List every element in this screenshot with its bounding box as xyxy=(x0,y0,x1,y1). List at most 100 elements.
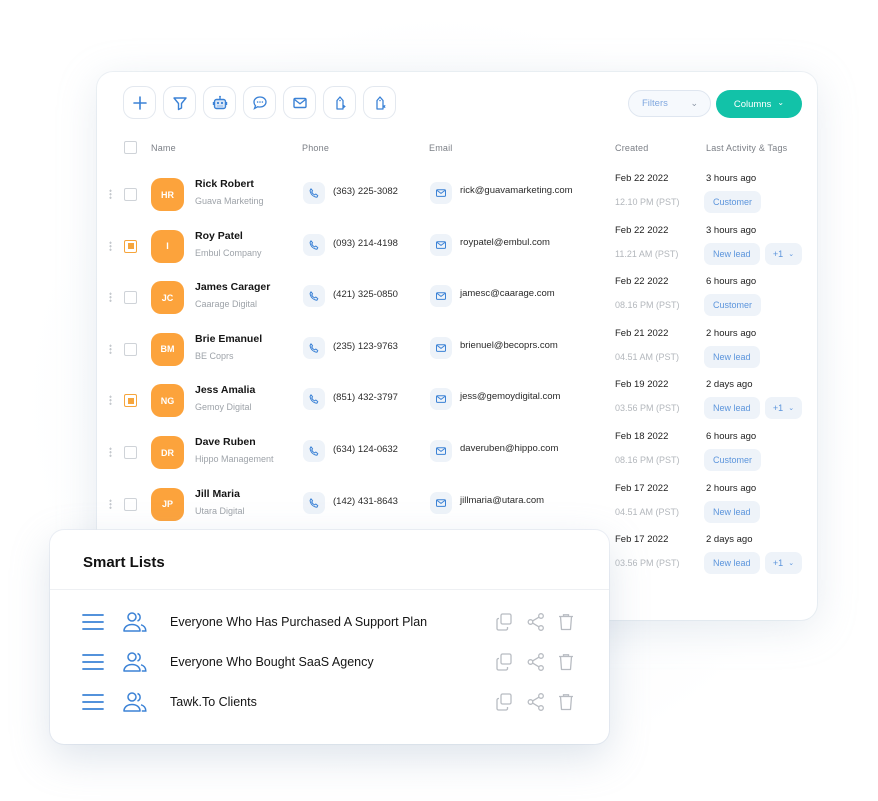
smart-list-label[interactable]: Everyone Who Bought SaaS Agency xyxy=(170,655,374,669)
drag-handle-icon[interactable] xyxy=(109,395,112,406)
contact-name[interactable]: Jess Amalia xyxy=(195,384,255,396)
row-checkbox[interactable] xyxy=(124,394,137,408)
more-tags-button[interactable]: +1 ⌄ xyxy=(765,552,802,575)
email-contact-button[interactable] xyxy=(430,440,452,462)
call-button[interactable] xyxy=(303,491,325,514)
tag-badge[interactable]: Customer xyxy=(704,191,762,213)
email-contact-button[interactable] xyxy=(430,388,452,411)
smart-list-label[interactable]: Tawk.To Clients xyxy=(170,695,257,709)
column-header-name[interactable]: Name xyxy=(151,143,176,153)
more-tags-button[interactable]: +1 ⌄ xyxy=(765,397,802,420)
table-row[interactable]: JC James Carager Caarage Digital (421) 325-… xyxy=(97,276,817,328)
group-icon xyxy=(123,652,147,672)
automation-button[interactable] xyxy=(203,86,236,119)
mail-icon xyxy=(436,189,446,197)
smart-list-item[interactable]: Everyone Who Bought SaaS Agency xyxy=(50,647,609,677)
trash-icon[interactable] xyxy=(556,612,576,632)
drag-handle-icon[interactable] xyxy=(109,447,112,457)
tag-badge[interactable]: New lead xyxy=(704,345,760,368)
tag-badge[interactable]: Customer xyxy=(704,449,762,471)
created-time: 04.51 AM (PST) xyxy=(615,351,680,362)
phone-icon xyxy=(309,188,319,198)
divider xyxy=(50,589,609,590)
share-icon[interactable] xyxy=(526,692,546,712)
call-button[interactable] xyxy=(303,388,325,411)
filters-dropdown[interactable]: Filters ⌄ xyxy=(628,90,711,117)
tag-badge[interactable]: New lead xyxy=(704,552,760,575)
contact-name[interactable]: Jill Maria xyxy=(195,488,240,500)
menu-icon[interactable] xyxy=(82,653,104,671)
created-date: Feb 17 2022 xyxy=(615,482,669,494)
menu-icon[interactable] xyxy=(82,613,104,631)
drag-handle-icon[interactable] xyxy=(109,498,112,509)
table-row[interactable]: I Roy Patel Embul Company (093) 214-4198 roy… xyxy=(97,225,817,277)
contact-name[interactable]: Roy Patel xyxy=(195,230,243,242)
email-contact-button[interactable] xyxy=(430,491,452,514)
email-contact-button[interactable] xyxy=(430,336,452,359)
smart-list-label[interactable]: Everyone Who Has Purchased A Support Pla… xyxy=(170,615,427,629)
table-row[interactable]: NG Jess Amalia Gemoy Digital (851) 432-3797… xyxy=(97,379,817,431)
row-checkbox[interactable] xyxy=(124,239,137,253)
email-contact-button[interactable] xyxy=(430,285,452,308)
smart-list-item[interactable]: Everyone Who Has Purchased A Support Pla… xyxy=(50,607,609,637)
contact-name[interactable]: Brie Emanuel xyxy=(195,333,262,345)
row-checkbox[interactable] xyxy=(124,342,137,356)
drag-handle-icon[interactable] xyxy=(109,292,112,303)
contact-name[interactable]: Dave Ruben xyxy=(195,436,256,448)
call-button[interactable] xyxy=(303,285,325,308)
tag-badge[interactable]: New lead xyxy=(704,242,760,265)
table-row[interactable]: JP Jill Maria Utara Digital (142) 431-8643 j… xyxy=(97,483,817,535)
email-contact-button[interactable] xyxy=(430,233,452,256)
smart-list-item[interactable]: Tawk.To Clients xyxy=(50,687,609,717)
remove-tag-button[interactable] xyxy=(363,86,396,119)
table-row[interactable]: BM Brie Emanuel BE Coprs (235) 123-9763 brie… xyxy=(97,328,817,380)
mail-icon xyxy=(292,97,307,108)
avatar: NG xyxy=(151,384,184,418)
share-icon[interactable] xyxy=(526,652,546,672)
created-time: 03.56 PM (PST) xyxy=(615,403,680,414)
copy-icon[interactable] xyxy=(494,612,514,632)
column-header-created[interactable]: Created xyxy=(615,143,648,153)
contact-phone: (142) 431-8643 xyxy=(333,495,398,507)
call-button[interactable] xyxy=(303,440,325,462)
add-button[interactable] xyxy=(123,86,156,119)
share-icon[interactable] xyxy=(526,612,546,632)
filter-button[interactable] xyxy=(163,86,196,119)
tag-badge[interactable]: Customer xyxy=(704,294,762,317)
message-button[interactable] xyxy=(243,86,276,119)
drag-handle-icon[interactable] xyxy=(109,240,112,251)
call-button[interactable] xyxy=(303,336,325,359)
contact-name[interactable]: Rick Robert xyxy=(195,178,254,190)
more-tags-count: +1 xyxy=(772,558,784,569)
drag-handle-icon[interactable] xyxy=(109,189,112,199)
contact-phone: (851) 432-3797 xyxy=(333,392,398,404)
more-tags-button[interactable]: +1 ⌄ xyxy=(765,242,802,265)
column-header-phone[interactable]: Phone xyxy=(302,143,329,153)
row-checkbox[interactable] xyxy=(124,446,137,459)
columns-button[interactable]: Columns ⌄ xyxy=(716,90,802,118)
call-button[interactable] xyxy=(303,233,325,256)
select-all-checkbox[interactable] xyxy=(124,141,137,154)
table-row[interactable]: DR Dave Ruben Hippo Management (634) 124-06… xyxy=(97,431,817,483)
menu-icon[interactable] xyxy=(82,693,104,711)
add-tag-button[interactable] xyxy=(323,86,356,119)
copy-icon[interactable] xyxy=(494,652,514,672)
trash-icon[interactable] xyxy=(556,692,576,712)
avatar: JC xyxy=(151,281,184,315)
trash-icon[interactable] xyxy=(556,652,576,672)
smart-lists-panel: Smart Lists Everyone Who Has Purchased A… xyxy=(50,530,609,744)
call-button[interactable] xyxy=(303,182,325,204)
email-button[interactable] xyxy=(283,86,316,119)
row-checkbox[interactable] xyxy=(124,291,137,305)
column-header-email[interactable]: Email xyxy=(429,143,453,153)
copy-icon[interactable] xyxy=(494,692,514,712)
tag-badge[interactable]: New lead xyxy=(704,397,760,420)
contact-name[interactable]: James Carager xyxy=(195,281,270,293)
email-contact-button[interactable] xyxy=(430,182,452,204)
tag-badge[interactable]: New lead xyxy=(704,500,760,523)
row-checkbox[interactable] xyxy=(124,188,137,201)
column-header-activity[interactable]: Last Activity & Tags xyxy=(706,143,787,153)
drag-handle-icon[interactable] xyxy=(109,343,112,354)
row-checkbox[interactable] xyxy=(124,497,137,511)
table-row[interactable]: HR Rick Robert Guava Marketing (363) 225-30… xyxy=(97,173,817,225)
